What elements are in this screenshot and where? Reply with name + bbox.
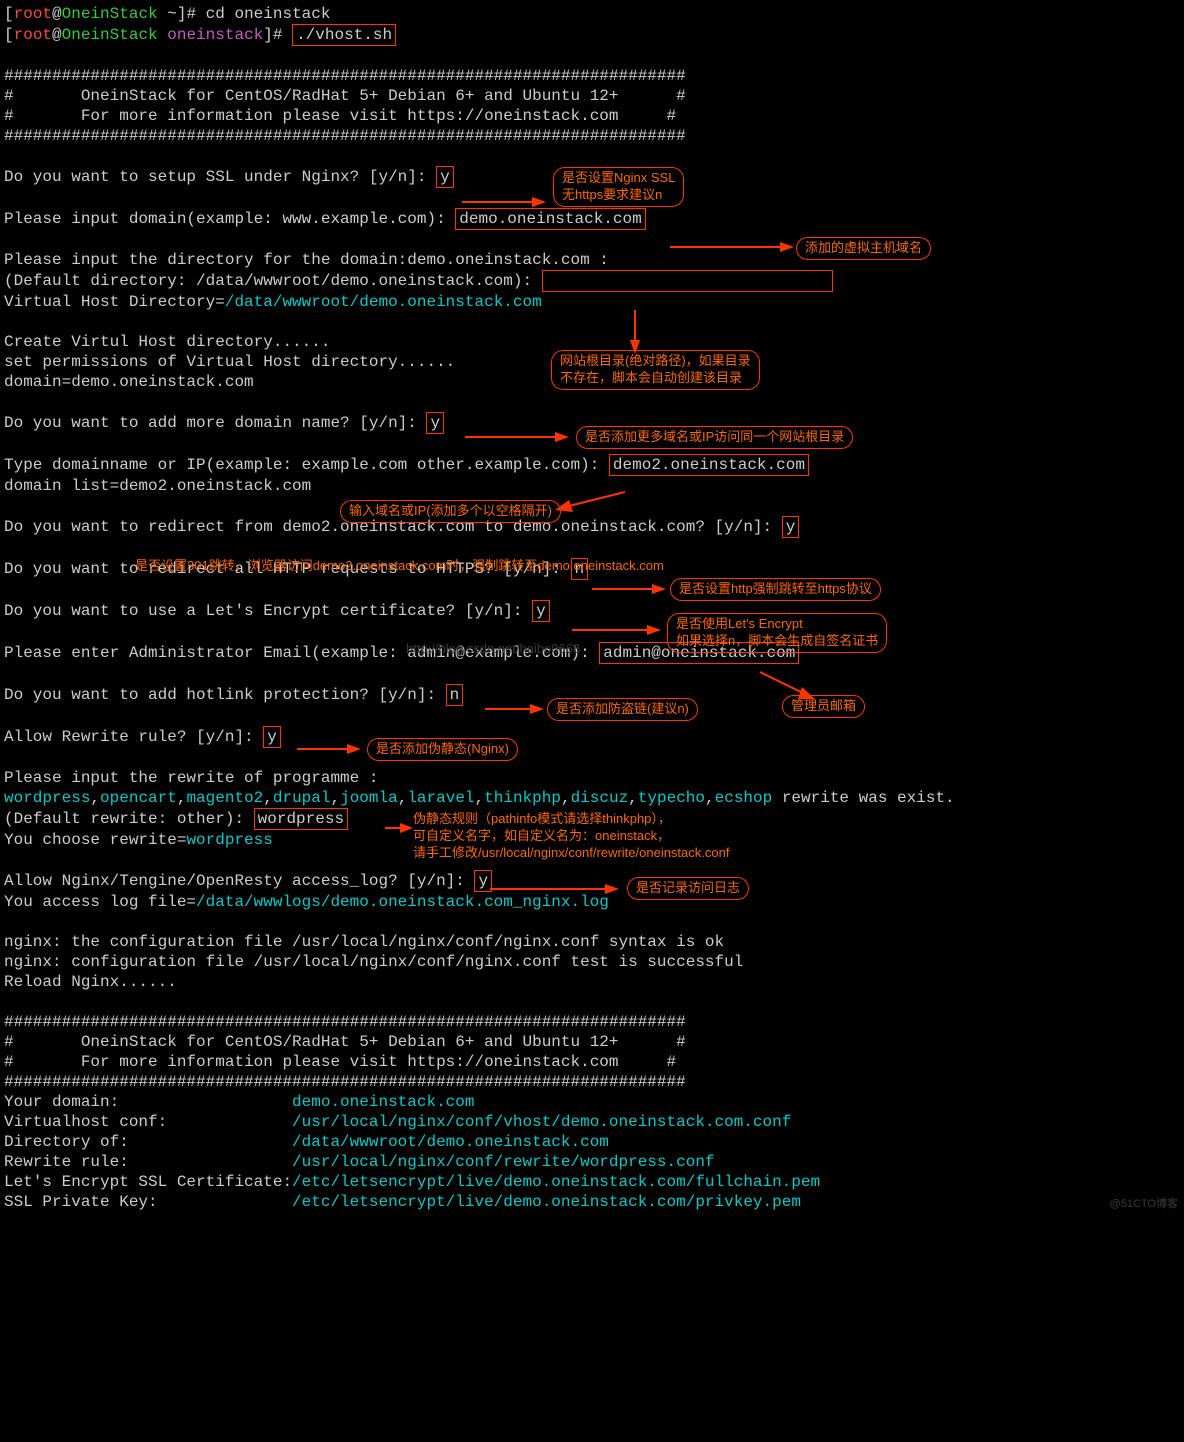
banner2-line1: OneinStack for CentOS/RadHat 5+ Debian 6… — [81, 1033, 619, 1051]
sum-rw-value: /usr/local/nginx/conf/rewrite/wordpress.… — [292, 1153, 714, 1171]
sum-rw-label: Rewrite rule: — [4, 1153, 292, 1171]
annot-rewrite: 是否添加伪静态(Nginx) — [367, 738, 518, 761]
a-rewrite[interactable]: y — [263, 726, 281, 748]
rewrite-choice[interactable]: wordpress — [254, 808, 348, 830]
a-dir-input[interactable] — [542, 270, 834, 292]
create-l3: domain=demo.oneinstack.com — [4, 373, 254, 391]
annot-redirect: 是否设置301跳转，浏览器访问demo2.oneinstack.com时，强制跳… — [135, 558, 664, 575]
q-hotlink: Do you want to add hotlink protection? [… — [4, 686, 446, 704]
annot-log: 是否记录访问日志 — [627, 877, 749, 900]
rw-opencart: opencart — [100, 789, 177, 807]
watermark-csdn: http://blog.csdn.net/haibo0668 — [406, 641, 580, 657]
sum-ssl-value: /etc/letsencrypt/live/demo.oneinstack.co… — [292, 1173, 820, 1191]
a-more-domain[interactable]: demo2.oneinstack.com — [609, 454, 809, 476]
a-le[interactable]: y — [532, 600, 550, 622]
annot-email: 管理员邮箱 — [782, 695, 865, 718]
cmd-cd: cd oneinstack — [206, 5, 331, 23]
annot-rw: 伪静态规则（pathinfo模式请选择thinkphp）， 可自定义名字，如自定… — [413, 811, 729, 862]
log-file-pre: You access log file= — [4, 893, 196, 911]
rw-thinkphp: thinkphp — [484, 789, 561, 807]
rw-drupal: drupal — [273, 789, 331, 807]
q-domain: Please input domain(example: www.example… — [4, 210, 455, 228]
rewrite-choose-pre: You choose rewrite= — [4, 831, 186, 849]
annot-more: 是否添加更多域名或IP访问同一个网站根目录 — [576, 426, 853, 449]
q-more: Do you want to add more domain name? [y/… — [4, 414, 426, 432]
a-domain[interactable]: demo.oneinstack.com — [455, 208, 645, 230]
rw-joomla: joomla — [340, 789, 398, 807]
banner-hash-bot: ########################################… — [4, 127, 686, 145]
rewrite-choose-val: wordpress — [186, 831, 272, 849]
sum-dirof-label: Directory of: — [4, 1133, 292, 1151]
rw-discuz: discuz — [571, 789, 629, 807]
annot-https: 是否设置http强制跳转至https协议 — [670, 578, 881, 601]
nginx-l1: nginx: the configuration file /usr/local… — [4, 933, 724, 951]
rw-wordpress: wordpress — [4, 789, 90, 807]
q-ssl: Do you want to setup SSL under Nginx? [y… — [4, 168, 436, 186]
q-dir-l2: (Default directory: /data/wwwroot/demo.o… — [4, 272, 542, 290]
domain-list: domain list=demo2.oneinstack.com — [4, 477, 311, 495]
log-file-val: /data/wwwlogs/demo.oneinstack.com_nginx.… — [196, 893, 609, 911]
nginx-l2: nginx: configuration file /usr/local/ngi… — [4, 953, 743, 971]
create-l2: set permissions of Virtual Host director… — [4, 353, 455, 371]
rewrite-intro: Please input the rewrite of programme : — [4, 769, 378, 787]
annot-dir: 网站根目录(绝对路径)，如果目录不存在，脚本会自动创建该目录 — [551, 350, 760, 390]
q-rewrite: Allow Rewrite rule? [y/n]: — [4, 728, 263, 746]
sum-key-label: SSL Private Key: — [4, 1193, 292, 1211]
sum-dirof-value: /data/wwwroot/demo.oneinstack.com — [292, 1133, 609, 1151]
sum-key-value: /etc/letsencrypt/live/demo.oneinstack.co… — [292, 1193, 801, 1211]
sum-vconf-value: /usr/local/nginx/conf/vhost/demo.oneinst… — [292, 1113, 791, 1131]
banner2-hash-bot: ########################################… — [4, 1073, 686, 1091]
watermark-51cto: @51CTO博客 — [1110, 1198, 1178, 1212]
a-hotlink[interactable]: n — [446, 684, 464, 706]
banner2-line2: For more information please visit https:… — [81, 1053, 619, 1071]
a-log[interactable]: y — [474, 870, 492, 892]
q-dir-l1: Please input the directory for the domai… — [4, 251, 609, 269]
annot-domain: 添加的虚拟主机域名 — [796, 237, 931, 260]
annot-hotlink: 是否添加防盗链(建议n) — [547, 698, 698, 721]
prompt-bracket: [ — [4, 5, 14, 23]
annot-more-domain: 输入域名或IP(添加多个以空格隔开) — [340, 500, 561, 523]
annot-ssl: 是否设置Nginx SSL无https要求建议n — [553, 167, 684, 207]
sum-ssl-label: Let's Encrypt SSL Certificate: — [4, 1173, 292, 1191]
banner-line1: OneinStack for CentOS/RadHat 5+ Debian 6… — [81, 87, 619, 105]
a-redirect[interactable]: y — [782, 516, 800, 538]
q-more-domain: Type domainname or IP(example: example.c… — [4, 456, 609, 474]
a-ssl[interactable]: y — [436, 166, 454, 188]
rw-ecshop: ecshop — [715, 789, 773, 807]
annot-le: 是否使用Let's Encrypt如果选择n，脚本会生成自签名证书 — [667, 613, 887, 653]
q-log: Allow Nginx/Tengine/OpenResty access_log… — [4, 872, 474, 890]
prompt-host: OneinStack — [62, 5, 158, 23]
vhost-dir-value: /data/wwwroot/demo.oneinstack.com — [225, 293, 542, 311]
sum-vconf-label: Virtualhost conf: — [4, 1113, 292, 1131]
q-le: Do you want to use a Let's Encrypt certi… — [4, 602, 532, 620]
cmd-vhost: ./vhost.sh — [292, 24, 396, 46]
prompt-cwd: oneinstack — [167, 26, 263, 44]
sum-domain-value: demo.oneinstack.com — [292, 1093, 474, 1111]
rw-laravel: laravel — [407, 789, 474, 807]
rewrite-default: (Default rewrite: other): — [4, 810, 254, 828]
a-more[interactable]: y — [426, 412, 444, 434]
create-l1: Create Virtul Host directory...... — [4, 333, 330, 351]
nginx-l3: Reload Nginx...... — [4, 973, 177, 991]
banner-line2: For more information please visit https:… — [81, 107, 619, 125]
banner2-hash-top: ########################################… — [4, 1013, 686, 1031]
banner-hash-top: ########################################… — [4, 67, 686, 85]
rw-magento2: magento2 — [186, 789, 263, 807]
sum-domain-label: Your domain: — [4, 1093, 292, 1111]
prompt-user: root — [14, 5, 52, 23]
rw-typecho: typecho — [638, 789, 705, 807]
vhost-dir-label: Virtual Host Directory= — [4, 293, 225, 311]
